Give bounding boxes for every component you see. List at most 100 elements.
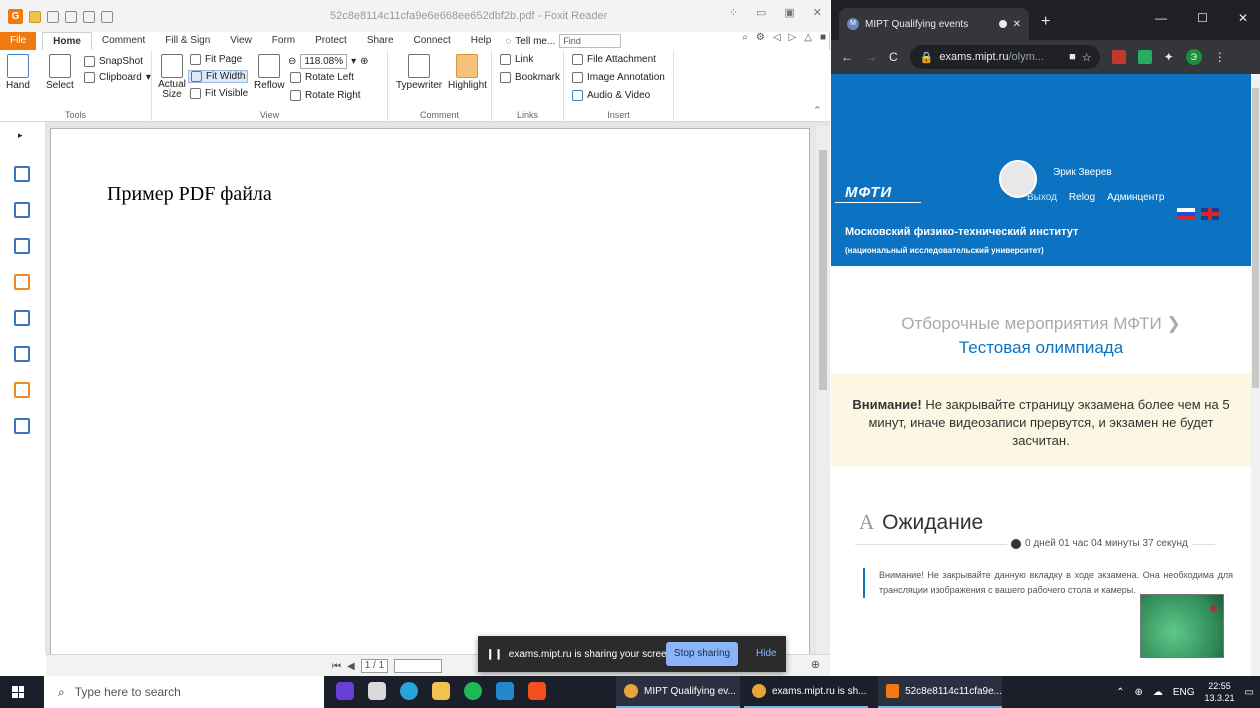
- new-tab-icon[interactable]: +: [1041, 13, 1050, 31]
- bookmarks-icon[interactable]: [14, 202, 30, 218]
- taskbar-app-chrome-2[interactable]: exams.mipt.ru is sh...: [744, 676, 868, 708]
- collapse-ribbon-icon[interactable]: ⌃: [813, 104, 822, 117]
- ublock-icon[interactable]: [1111, 50, 1126, 64]
- russian-flag-icon[interactable]: [1177, 208, 1195, 220]
- vscode-icon[interactable]: [496, 682, 514, 700]
- rotate-left-button[interactable]: Rotate Left: [290, 72, 354, 83]
- layers-icon[interactable]: [14, 238, 30, 254]
- taskbar-search[interactable]: ⌕ Type here to search: [44, 676, 324, 708]
- tab-form[interactable]: Form: [262, 32, 305, 50]
- zoom-control[interactable]: ⊖ 118.08% ▾ ⊕: [288, 54, 369, 69]
- camera-icon[interactable]: ■: [1069, 51, 1076, 63]
- chevron-down-icon[interactable]: ▾: [351, 56, 356, 67]
- minimize-button[interactable]: ▭: [756, 6, 766, 19]
- zoom-input[interactable]: 118.08%: [300, 54, 348, 69]
- scrollbar-thumb[interactable]: [819, 150, 827, 390]
- account-icon[interactable]: ■: [820, 32, 826, 43]
- tab-home[interactable]: Home: [42, 32, 92, 50]
- page-title[interactable]: Тестовая олимпиада: [831, 338, 1251, 358]
- tab-view[interactable]: View: [220, 32, 262, 50]
- zoom-in-icon[interactable]: ⊕: [360, 56, 368, 67]
- back-icon[interactable]: ◁: [773, 32, 781, 43]
- gear-icon[interactable]: ⚙: [756, 32, 765, 43]
- certify-icon[interactable]: [14, 418, 30, 434]
- zoom-out-icon[interactable]: ⊖: [288, 56, 296, 67]
- clock[interactable]: 22:55 13.3.21: [1205, 680, 1235, 704]
- breadcrumb[interactable]: Отборочные мероприятия МФТИ ❯: [831, 314, 1251, 334]
- rotate-right-button[interactable]: Rotate Right: [290, 90, 361, 101]
- first-page-icon[interactable]: ⏮: [332, 661, 341, 672]
- audio-video-button[interactable]: Audio & Video: [572, 90, 650, 101]
- undo-icon[interactable]: [83, 10, 95, 23]
- attachments-icon[interactable]: [14, 310, 30, 326]
- chevron-up-icon[interactable]: ⌃: [1116, 687, 1124, 698]
- print-icon[interactable]: [65, 10, 77, 23]
- vertical-scrollbar[interactable]: [816, 126, 830, 654]
- app-drop-icon[interactable]: [336, 682, 354, 700]
- clipboard-button[interactable]: Clipboard ▾: [84, 72, 151, 83]
- tab-share[interactable]: Share: [357, 32, 404, 50]
- chrome-tab[interactable]: M MIPT Qualifying events ✕: [839, 8, 1029, 40]
- zoom-in-icon[interactable]: ⊕: [811, 658, 820, 671]
- open-folder-icon[interactable]: [29, 10, 41, 23]
- file-explorer-icon[interactable]: [432, 682, 450, 700]
- page-dropdown[interactable]: [394, 659, 443, 673]
- stop-sharing-button[interactable]: Stop sharing: [666, 642, 738, 666]
- puzzle-icon[interactable]: ✦: [1164, 50, 1174, 64]
- expand-panel-icon[interactable]: ▸: [18, 130, 23, 141]
- forward-icon[interactable]: ▷: [789, 32, 797, 43]
- star-icon[interactable]: ☆: [1082, 51, 1092, 64]
- select-tool-button[interactable]: Select: [46, 54, 74, 91]
- signatures-icon[interactable]: [14, 346, 30, 362]
- snapshot-button[interactable]: SnapShot: [84, 56, 143, 67]
- link-button[interactable]: Link: [500, 54, 533, 65]
- extension-green-icon[interactable]: [1137, 50, 1152, 64]
- windows-start-icon[interactable]: [12, 686, 24, 698]
- reload-icon[interactable]: C: [889, 50, 898, 64]
- find-input[interactable]: Find: [559, 34, 622, 48]
- fit-width-button[interactable]: Fit Width: [188, 70, 249, 83]
- paint-icon[interactable]: [368, 682, 386, 700]
- forward-arrow-icon[interactable]: →: [865, 50, 877, 64]
- logout-link[interactable]: Выход: [1027, 192, 1057, 203]
- admin-center-link[interactable]: Админцентр: [1107, 192, 1164, 203]
- figma-icon[interactable]: [528, 682, 546, 700]
- tab-file[interactable]: File: [0, 32, 37, 50]
- minimize-button[interactable]: —: [1155, 11, 1167, 25]
- cloud-icon[interactable]: ☁: [1153, 687, 1163, 698]
- telegram-icon[interactable]: [400, 682, 418, 700]
- taskbar-app-foxit[interactable]: 52c8e8114c11cfa9e...: [878, 676, 1002, 708]
- page-scrollbar-thumb[interactable]: [1252, 88, 1259, 388]
- hand-tool-button[interactable]: Hand: [6, 54, 30, 91]
- close-tab-icon[interactable]: ✕: [1013, 19, 1021, 30]
- tab-connect[interactable]: Connect: [404, 32, 461, 50]
- page-number-input[interactable]: 1 / 1: [360, 659, 389, 673]
- back-arrow-icon[interactable]: ←: [841, 50, 853, 64]
- search-icon[interactable]: ⌕: [742, 32, 748, 43]
- maximize-button[interactable]: ☐: [1197, 11, 1208, 25]
- relog-link[interactable]: Relog: [1069, 192, 1095, 203]
- language-indicator[interactable]: ENG: [1173, 687, 1195, 698]
- spotify-icon[interactable]: [464, 682, 482, 700]
- comments-icon[interactable]: [14, 274, 30, 290]
- prev-page-icon[interactable]: ◀: [347, 661, 355, 672]
- notifications-icon[interactable]: ▭: [1245, 687, 1254, 698]
- webcam-preview[interactable]: [1140, 594, 1224, 658]
- tab-help[interactable]: Help: [461, 32, 502, 50]
- lock-icon[interactable]: [14, 382, 30, 398]
- hide-button[interactable]: Hide: [756, 648, 777, 659]
- tab-protect[interactable]: Protect: [305, 32, 357, 50]
- pages-icon[interactable]: [14, 166, 30, 182]
- save-icon[interactable]: [47, 10, 59, 23]
- tab-comment[interactable]: Comment: [92, 32, 155, 50]
- redo-icon[interactable]: [101, 10, 113, 23]
- kebab-menu-icon[interactable]: ⋮: [1214, 50, 1226, 64]
- address-bar[interactable]: 🔒 exams.mipt.ru/olym... ■ ☆: [909, 45, 1100, 69]
- breadcrumb-parent[interactable]: Отборочные мероприятия МФТИ: [901, 314, 1162, 333]
- typewriter-button[interactable]: Typewriter: [396, 54, 442, 91]
- fit-visible-button[interactable]: Fit Visible: [190, 88, 248, 99]
- fit-page-button[interactable]: Fit Page: [190, 54, 242, 65]
- image-annotation-button[interactable]: Image Annotation: [572, 72, 665, 83]
- actual-size-button[interactable]: Actual Size: [158, 54, 186, 100]
- taskbar-app-chrome-1[interactable]: MIPT Qualifying ev...: [616, 676, 740, 708]
